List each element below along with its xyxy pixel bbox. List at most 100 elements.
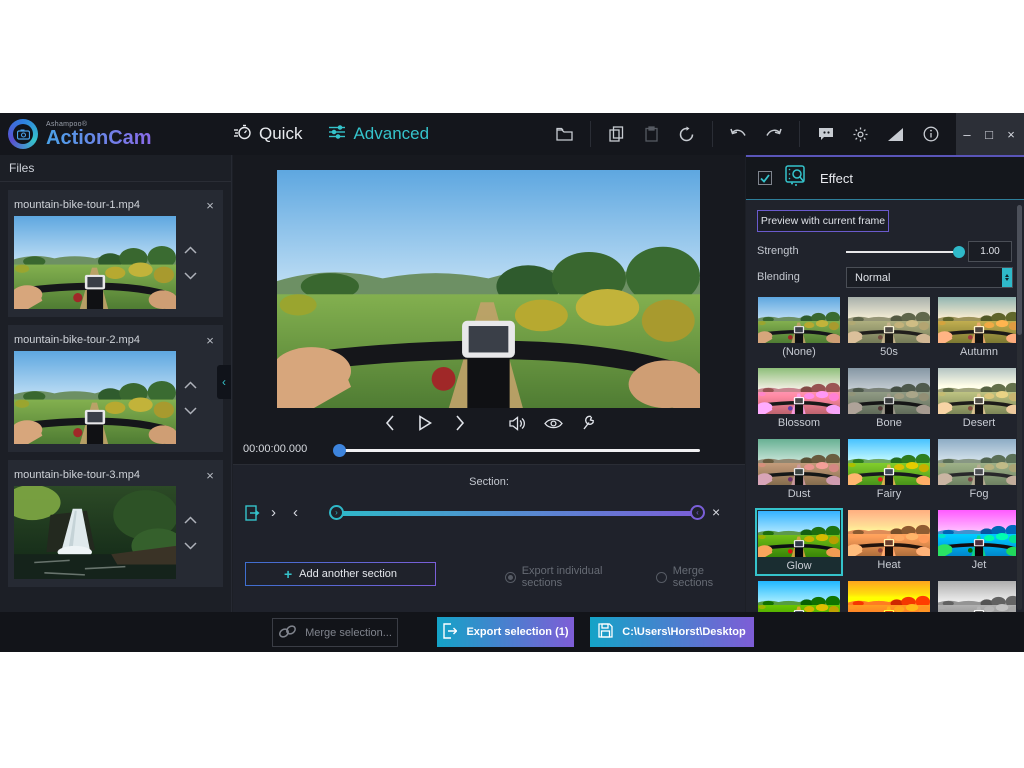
info-icon[interactable] <box>922 126 939 143</box>
tab-advanced[interactable]: Advanced <box>328 124 429 145</box>
merge-selection-button[interactable]: Merge selection... <box>272 618 398 647</box>
effects-grid: (None) 50s Autumn Blossom Bone Desert <box>746 295 1016 612</box>
effect-bone[interactable]: Bone <box>845 366 933 434</box>
scrollbar-thumb[interactable] <box>1017 205 1022 335</box>
collapse-panel-handle[interactable]: ‹ <box>217 365 231 399</box>
section-back-icon[interactable]: ‹ <box>293 504 298 521</box>
tab-quick[interactable]: Quick <box>233 123 302 146</box>
section-forward-icon[interactable]: › <box>271 504 276 521</box>
file-thumbnail[interactable] <box>14 351 176 444</box>
move-down-icon[interactable] <box>184 267 197 285</box>
effect-enabled-checkbox[interactable] <box>758 171 772 185</box>
strength-label: Strength <box>757 245 799 257</box>
radio-merge-sections[interactable]: Merge sections <box>656 565 745 589</box>
reset-icon[interactable] <box>678 126 695 143</box>
remove-file-icon[interactable]: × <box>201 333 219 348</box>
minimize-button[interactable]: – <box>956 113 978 155</box>
effect-unnamed-14[interactable] <box>845 579 933 612</box>
video-preview[interactable] <box>277 170 700 408</box>
maximize-button[interactable]: □ <box>978 113 1000 155</box>
section-end-handle[interactable]: ‹ <box>690 505 705 520</box>
app-name: ActionCam <box>46 128 152 148</box>
redo-icon[interactable] <box>765 126 782 143</box>
play-icon[interactable] <box>415 413 435 433</box>
theme-icon[interactable] <box>887 126 904 143</box>
copy-icon[interactable] <box>608 126 625 143</box>
radio-merge-sections-label: Merge sections <box>673 565 745 589</box>
file-thumbnail[interactable] <box>14 216 176 309</box>
effect-none[interactable]: (None) <box>755 295 843 363</box>
strength-knob[interactable] <box>953 246 965 258</box>
title-bar: Ashampoo® ActionCam Quick Advanced <box>0 113 1024 155</box>
effect-50s[interactable]: 50s <box>845 295 933 363</box>
effect-thumbnail <box>848 368 930 414</box>
seek-knob[interactable] <box>333 444 346 457</box>
move-down-icon[interactable] <box>184 402 197 420</box>
effects-scrollbar[interactable] <box>1017 205 1022 610</box>
move-up-icon[interactable] <box>184 376 197 394</box>
feedback-icon[interactable] <box>817 126 834 143</box>
file-thumbnail[interactable] <box>14 486 176 579</box>
preview-area: 00:00:00.000 Section: › ‹ › ‹ × + <box>233 155 745 612</box>
undo-icon[interactable] <box>730 126 747 143</box>
effect-heat[interactable]: Heat <box>845 508 933 576</box>
file-list: mountain-bike-tour-1.mp4 × mountain-bike… <box>0 190 231 587</box>
open-folder-icon[interactable] <box>556 126 573 143</box>
effect-desert[interactable]: Desert <box>935 366 1016 434</box>
section-range-slider[interactable]: › ‹ <box>336 511 698 516</box>
settings-gear-icon[interactable] <box>852 126 869 143</box>
effect-thumbnail <box>848 510 930 556</box>
effect-unnamed-15[interactable] <box>935 579 1016 612</box>
blending-label: Blending <box>757 271 800 283</box>
effect-autumn[interactable]: Autumn <box>935 295 1016 363</box>
sliders-icon <box>328 124 346 145</box>
paste-icon[interactable] <box>643 126 660 143</box>
section-start-handle[interactable]: › <box>329 505 344 520</box>
seek-slider[interactable] <box>335 449 700 452</box>
effect-fairy[interactable]: Fairy <box>845 437 933 505</box>
effect-thumbnail <box>758 439 840 485</box>
strength-value[interactable]: 1.00 <box>968 241 1012 262</box>
effect-thumbnail <box>848 297 930 343</box>
move-down-icon[interactable] <box>184 537 197 555</box>
radio-export-individual[interactable]: Export individual sections <box>505 565 642 589</box>
brand-text: Ashampoo® ActionCam <box>46 121 152 148</box>
remove-section-icon[interactable]: × <box>712 504 720 520</box>
output-path-button[interactable]: C:\Users\Horst\Desktop <box>590 617 754 647</box>
effect-label: Bone <box>846 417 932 429</box>
blending-dropdown[interactable]: Normal <box>846 267 1013 288</box>
move-up-icon[interactable] <box>184 511 197 529</box>
effect-thumbnail <box>938 510 1016 556</box>
strength-slider[interactable] <box>846 251 962 253</box>
effect-label: (None) <box>756 346 842 358</box>
wrench-icon[interactable] <box>578 413 598 433</box>
set-section-icon[interactable] <box>245 505 260 526</box>
remove-file-icon[interactable]: × <box>201 198 219 213</box>
effect-blossom[interactable]: Blossom <box>755 366 843 434</box>
effect-label: Desert <box>936 417 1016 429</box>
file-list-item-2[interactable]: mountain-bike-tour-2.mp4 × <box>8 325 223 452</box>
previous-frame-icon[interactable] <box>380 413 400 433</box>
effect-thumbnail <box>848 581 930 612</box>
add-section-button[interactable]: + Add another section <box>245 562 436 586</box>
file-list-item-1[interactable]: mountain-bike-tour-1.mp4 × <box>8 190 223 317</box>
next-frame-icon[interactable] <box>450 413 470 433</box>
file-name: mountain-bike-tour-1.mp4 <box>14 199 201 211</box>
file-list-item-3[interactable]: mountain-bike-tour-3.mp4 × <box>8 460 223 587</box>
effect-unnamed-13[interactable] <box>755 579 843 612</box>
dropdown-arrow-icon[interactable] <box>1002 268 1012 287</box>
bottom-bar: Merge selection... Export selection (1) … <box>0 612 1024 652</box>
effect-jet[interactable]: Jet <box>935 508 1016 576</box>
effect-glow[interactable]: Glow <box>755 508 843 576</box>
volume-icon[interactable] <box>508 413 528 433</box>
export-selection-button[interactable]: Export selection (1) <box>437 617 574 647</box>
eye-icon[interactable] <box>543 413 563 433</box>
remove-file-icon[interactable]: × <box>201 468 219 483</box>
close-button[interactable]: × <box>1000 113 1022 155</box>
tab-advanced-label: Advanced <box>353 124 429 144</box>
effect-dust[interactable]: Dust <box>755 437 843 505</box>
effect-label: 50s <box>846 346 932 358</box>
move-up-icon[interactable] <box>184 241 197 259</box>
effect-fog[interactable]: Fog <box>935 437 1016 505</box>
preview-current-frame-button[interactable]: Preview with current frame <box>757 210 889 232</box>
